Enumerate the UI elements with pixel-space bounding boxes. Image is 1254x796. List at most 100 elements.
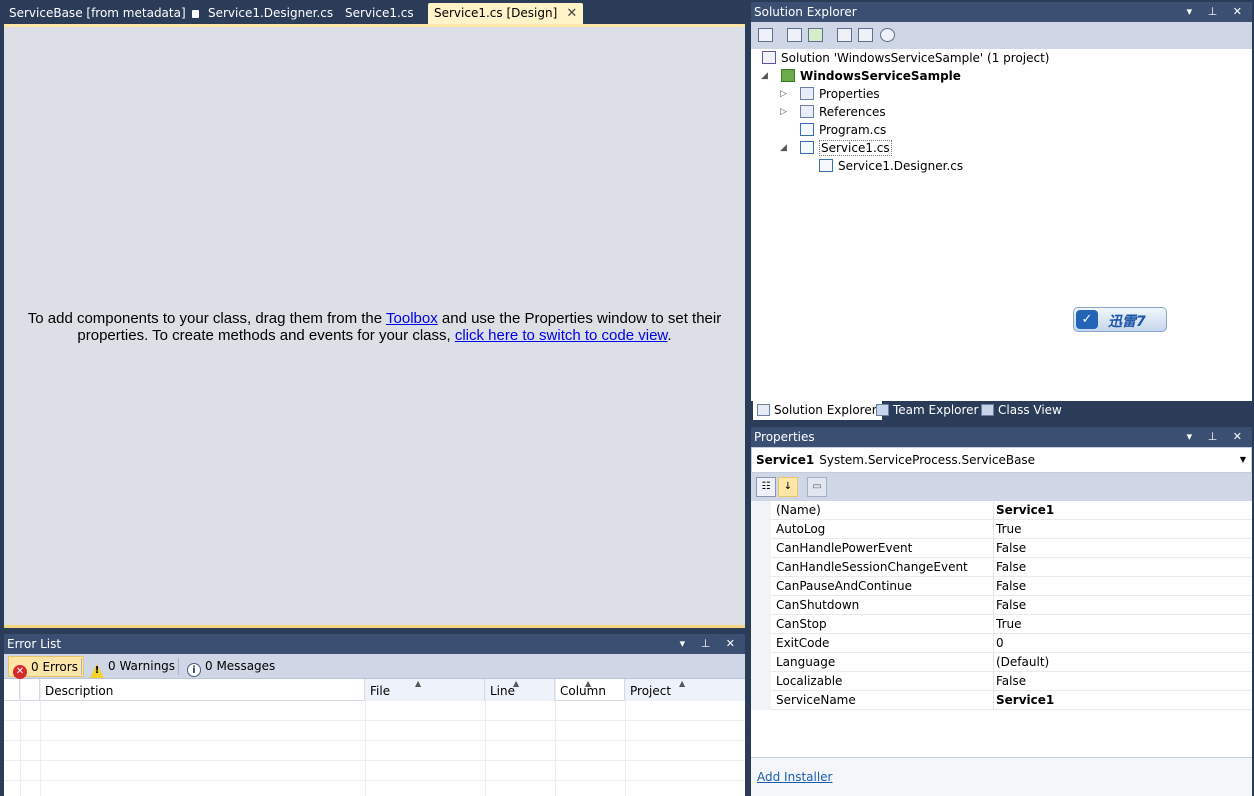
window-buttons[interactable]: ▾ ⊥ ✕: [1187, 427, 1248, 447]
warnings-filter-button[interactable]: ! 0 Warnings: [86, 656, 180, 678]
bird-logo-icon: ✓: [1076, 310, 1098, 329]
hint-text: properties. To create methods and events…: [77, 327, 455, 344]
window-buttons[interactable]: ▾ ⊥ ✕: [680, 634, 741, 654]
switch-to-code-view-link[interactable]: click here to switch to code view: [455, 327, 668, 344]
csharp-project-icon: [781, 69, 795, 82]
categorized-icon[interactable]: ☷: [756, 477, 776, 497]
show-all-files-icon[interactable]: [758, 28, 773, 42]
separator: [81, 658, 82, 675]
column-icon[interactable]: [4, 679, 20, 701]
messages-filter-button[interactable]: i 0 Messages: [183, 656, 280, 677]
tab-label: Service1.cs [Design]: [434, 6, 558, 20]
properties-commands: Add Installer: [751, 757, 1252, 796]
team-explorer-icon: [876, 404, 889, 416]
csharp-file-icon: [819, 159, 833, 172]
properties-title: Properties: [754, 430, 815, 444]
alphabetical-icon[interactable]: ↓: [778, 477, 798, 497]
sort-arrow-icon: ▲: [415, 679, 422, 688]
tree-node-program-cs[interactable]: Program.cs: [800, 121, 886, 139]
messages-count: 0 Messages: [205, 659, 276, 673]
table-row: [4, 741, 745, 761]
component-designer[interactable]: To add components to your class, drag th…: [4, 24, 745, 628]
chevron-down-icon: ▼: [1239, 455, 1246, 464]
xunlei-badge-label: 迅雷7: [1108, 314, 1146, 330]
toolbox-link[interactable]: Toolbox: [386, 310, 438, 327]
object-selector[interactable]: Service1 System.ServiceProcess.ServiceBas…: [751, 447, 1252, 473]
expand-icon[interactable]: ▷: [780, 89, 787, 99]
tab-service1-cs-design[interactable]: Service1.cs [Design] ✕: [428, 3, 584, 24]
property-row[interactable]: CanStop True: [751, 615, 1252, 634]
grid-line: [40, 679, 41, 796]
view-code-icon[interactable]: [837, 28, 852, 42]
properties-icon[interactable]: [787, 28, 802, 42]
tree-node-references[interactable]: References: [800, 103, 886, 121]
class-view-icon: [981, 404, 994, 416]
tree-node-service1-cs[interactable]: Service1.cs: [800, 139, 892, 157]
column-project[interactable]: ▲ Project: [625, 679, 745, 701]
close-icon[interactable]: ✕: [566, 3, 577, 24]
collapse-icon[interactable]: ◢: [761, 71, 768, 81]
tree-node-solution[interactable]: Solution 'WindowsServiceSample' (1 proje…: [762, 49, 1049, 67]
solution-icon: [762, 51, 776, 64]
view-class-diagram-icon[interactable]: [880, 28, 895, 42]
column-column[interactable]: ▲ Column: [555, 679, 625, 701]
solution-explorer-icon: [757, 404, 770, 416]
refresh-icon[interactable]: [808, 28, 823, 42]
property-row[interactable]: AutoLog True: [751, 520, 1252, 539]
tab-label: ServiceBase [from metadata]: [9, 6, 186, 20]
tab-label: Service1.cs: [345, 6, 414, 20]
collapse-icon[interactable]: ◢: [780, 143, 787, 153]
object-type: System.ServiceProcess.ServiceBase: [819, 453, 1036, 467]
solution-explorer: Solution Explorer ▾ ⊥ ✕ Solution 'Window…: [751, 2, 1252, 420]
designer-hint: To add components to your class, drag th…: [4, 310, 745, 344]
sort-arrow-icon: ▲: [513, 679, 520, 688]
references-folder-icon: [800, 105, 814, 118]
tab-service1-designer-cs[interactable]: Service1.Designer.cs: [202, 3, 339, 24]
property-pages-icon[interactable]: ▭: [807, 477, 827, 497]
warning-icon: !: [90, 664, 104, 678]
solution-explorer-toolbar: [751, 22, 1252, 49]
errors-count: 0 Errors: [31, 660, 78, 674]
info-icon: i: [187, 663, 201, 677]
column-file[interactable]: ▲ File: [365, 679, 485, 701]
hint-text: To add components to your class, drag th…: [27, 310, 387, 327]
tab-team-explorer[interactable]: Team Explorer: [872, 401, 984, 420]
sort-arrow-icon: ▲: [585, 679, 592, 688]
property-row[interactable]: (Name) Service1: [751, 501, 1252, 520]
solution-explorer-header: Solution Explorer ▾ ⊥ ✕: [751, 2, 1252, 22]
property-row[interactable]: CanShutdown False: [751, 596, 1252, 615]
window-buttons[interactable]: ▾ ⊥ ✕: [1187, 2, 1248, 22]
property-row[interactable]: CanHandleSessionChangeEvent False: [751, 558, 1252, 577]
property-row[interactable]: ServiceName Service1: [751, 691, 1252, 710]
solution-explorer-tab-strip: Solution Explorer Team Explorer Class Vi…: [751, 401, 1252, 420]
add-installer-link[interactable]: Add Installer: [757, 770, 833, 784]
tree-node-project[interactable]: WindowsServiceSample: [781, 67, 961, 85]
error-list-header: Error List ▾ ⊥ ✕: [4, 634, 745, 654]
properties-toolbar: ☷ ↓ ▭: [751, 473, 1252, 501]
table-row: [4, 761, 745, 781]
grid-line: [625, 679, 626, 796]
tree-node-service1-designer-cs[interactable]: Service1.Designer.cs: [819, 157, 963, 175]
errors-filter-button[interactable]: ✕ 0 Errors: [8, 656, 84, 679]
column-line[interactable]: ▲ Line: [485, 679, 555, 701]
column-index[interactable]: [20, 679, 40, 701]
property-row[interactable]: CanPauseAndContinue False: [751, 577, 1252, 596]
expand-icon[interactable]: ▷: [780, 107, 787, 117]
property-row[interactable]: CanHandlePowerEvent False: [751, 539, 1252, 558]
error-list: ✕ 0 Errors ! 0 Warnings i 0 Messages Descri…: [4, 654, 745, 796]
column-description[interactable]: Description: [40, 679, 365, 701]
tab-solution-explorer[interactable]: Solution Explorer: [753, 401, 882, 420]
tab-class-view[interactable]: Class View: [977, 401, 1067, 420]
hint-text: .: [667, 327, 672, 344]
property-row[interactable]: Language (Default): [751, 653, 1252, 672]
xunlei-badge[interactable]: ✓ 迅雷7: [1073, 307, 1167, 332]
solution-tree: Solution 'WindowsServiceSample' (1 proje…: [751, 49, 1252, 401]
tab-servicebase-metadata[interactable]: ServiceBase [from metadata]: [3, 3, 205, 24]
tree-node-properties[interactable]: Properties: [800, 85, 880, 103]
properties-header: Properties ▾ ⊥ ✕: [751, 427, 1252, 447]
property-row[interactable]: ExitCode 0: [751, 634, 1252, 653]
tab-service1-cs[interactable]: Service1.cs: [339, 3, 420, 24]
warnings-count: 0 Warnings: [108, 659, 176, 673]
property-row[interactable]: Localizable False: [751, 672, 1252, 691]
view-designer-icon[interactable]: [858, 28, 873, 42]
